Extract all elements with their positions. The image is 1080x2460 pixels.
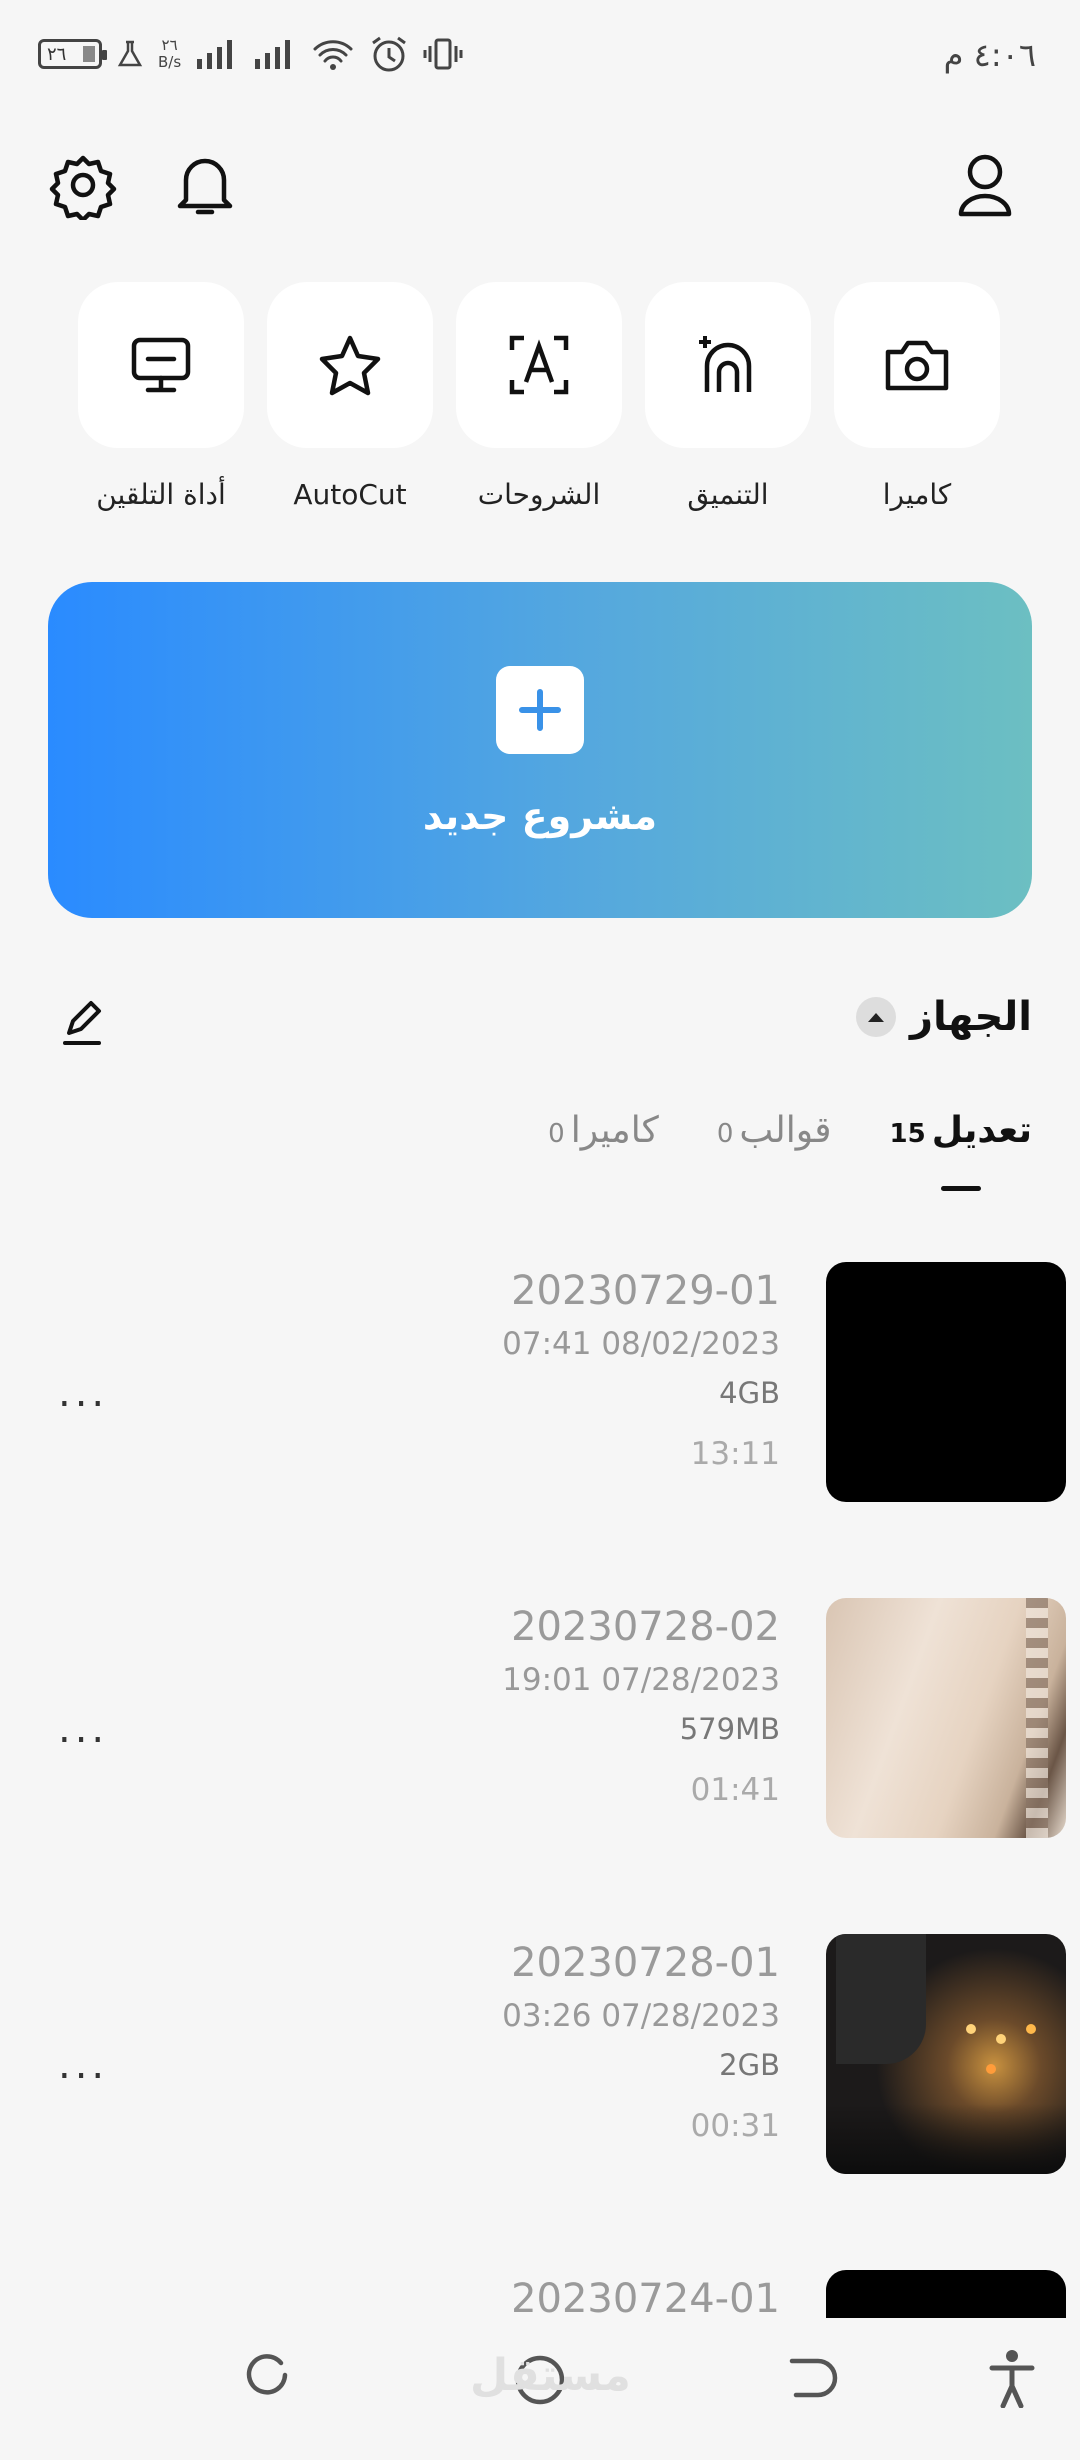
teleprompter-icon (131, 337, 191, 393)
autocut-icon (319, 335, 381, 396)
pencil-icon (63, 1001, 101, 1045)
project-size: 2GB (719, 2048, 780, 2082)
project-thumbnail[interactable] (826, 1598, 1066, 1838)
tool-tile[interactable] (645, 282, 811, 448)
lab-icon (117, 40, 143, 67)
project-info: 20230728-02 19:01 07/28/2023 579MB 01:41 (502, 1604, 780, 1808)
back-icon (789, 2358, 838, 2398)
watermark-logo: مستقل (470, 2350, 631, 2401)
tool-label: أداة التلقين (96, 478, 226, 511)
project-date: 07:41 08/02/2023 (502, 1326, 780, 1362)
signal-icon-1 (197, 40, 233, 69)
project-date: 19:01 07/28/2023 (502, 1662, 780, 1698)
accessibility-button[interactable] (982, 2346, 1042, 2410)
tool-retouch[interactable]: التنميق (645, 282, 811, 511)
recents-icon (246, 2354, 288, 2395)
retouch-icon (699, 336, 752, 392)
speed-unit: B/s (158, 53, 182, 71)
project-name: 20230728-02 (511, 1604, 780, 1650)
project-duration: 00:31 (690, 2108, 780, 2144)
vibrate-icon (423, 38, 463, 70)
tool-teleprompter[interactable]: أداة التلقين (78, 282, 244, 511)
section-title: الجهاز (909, 994, 1032, 1040)
project-thumbnail[interactable] (826, 1262, 1066, 1502)
notifications-button[interactable] (166, 146, 244, 224)
settings-button[interactable] (44, 146, 122, 224)
tab-label: قوالب (739, 1110, 832, 1151)
status-bar-left: ٢٦ ٢٦ B/s (38, 34, 463, 74)
tab-count: 0 (716, 1119, 734, 1149)
project-info: 20230729-01 07:41 08/02/2023 4GB 13:11 (502, 1268, 780, 1472)
project-date: 03:26 07/28/2023 (502, 1998, 780, 2034)
project-item[interactable]: 20230728-01 03:26 07/28/2023 2GB 00:31 .… (0, 1934, 1080, 2178)
plus-icon (496, 666, 584, 754)
more-options-button[interactable]: ... (58, 1370, 108, 1416)
camera-icon (885, 340, 949, 391)
edit-button[interactable] (52, 992, 112, 1052)
tab-label: تعديل (931, 1110, 1032, 1151)
tab-camera[interactable]: كاميرا 0 (548, 1110, 659, 1151)
tool-label: الشروحات (477, 478, 601, 511)
profile-icon (958, 154, 1012, 217)
tool-tile[interactable] (78, 282, 244, 448)
project-duration: 13:11 (690, 1436, 780, 1472)
tool-label: التنميق (687, 478, 769, 511)
project-name: 20230728-01 (511, 1940, 780, 1986)
settings-icon (49, 155, 117, 220)
project-tabs: تعديل 15 قوالب 0 كاميرا 0 (548, 1110, 1032, 1191)
more-options-button[interactable]: ... (58, 2042, 108, 2088)
tool-label: AutoCut (293, 478, 407, 511)
more-options-button[interactable]: ... (58, 1706, 108, 1752)
tab-label: كاميرا (570, 1110, 659, 1151)
signal-icon-2 (255, 40, 291, 69)
new-project-label: مشروع جديد (422, 794, 658, 838)
project-thumbnail[interactable] (826, 1934, 1066, 2174)
caret-up-icon (855, 997, 896, 1037)
speed-value: ٢٦ (161, 36, 178, 54)
tool-camera[interactable]: كاميرا (834, 282, 1000, 511)
project-size: 579MB (679, 1712, 780, 1746)
project-size: 4GB (719, 1376, 780, 1410)
tool-autocut[interactable]: AutoCut (267, 282, 433, 511)
new-project-card[interactable]: مشروع جديد (48, 582, 1032, 918)
clock: ٤:٠٦ م (943, 36, 1036, 74)
accessibility-icon (989, 2350, 1035, 2408)
recents-button[interactable] (240, 2348, 300, 2408)
tool-label: كاميرا (882, 478, 952, 511)
project-name: 20230724-01 (511, 2276, 780, 2322)
tab-count: 15 (889, 1119, 926, 1149)
device-selector[interactable]: الجهاز (855, 994, 1032, 1040)
project-info: 20230724-01 (511, 2276, 780, 2322)
tool-tile[interactable] (834, 282, 1000, 448)
tool-tile[interactable] (456, 282, 622, 448)
tool-captions[interactable]: الشروحات (456, 282, 622, 511)
wifi-icon (313, 40, 353, 70)
project-name: 20230729-01 (511, 1268, 780, 1314)
tab-edit[interactable]: تعديل 15 (889, 1110, 1032, 1191)
battery-level: ٢٦ (47, 43, 67, 65)
back-button[interactable] (778, 2348, 842, 2408)
network-speed: ٢٦ B/s (158, 37, 181, 71)
project-info: 20230728-01 03:26 07/28/2023 2GB 00:31 (502, 1940, 780, 2144)
tab-count: 0 (548, 1119, 565, 1149)
project-item[interactable]: 20230729-01 07:41 08/02/2023 4GB 13:11 .… (0, 1262, 1080, 1506)
profile-button[interactable] (946, 146, 1024, 224)
project-item[interactable]: 20230728-02 19:01 07/28/2023 579MB 01:41… (0, 1598, 1080, 1842)
alarm-icon (372, 36, 407, 72)
captions-icon (509, 335, 569, 395)
project-duration: 01:41 (690, 1772, 780, 1808)
tab-templates[interactable]: قوالب 0 (717, 1110, 832, 1151)
bell-icon (177, 158, 233, 215)
tool-tile[interactable] (267, 282, 433, 448)
battery-icon: ٢٦ (38, 39, 107, 69)
